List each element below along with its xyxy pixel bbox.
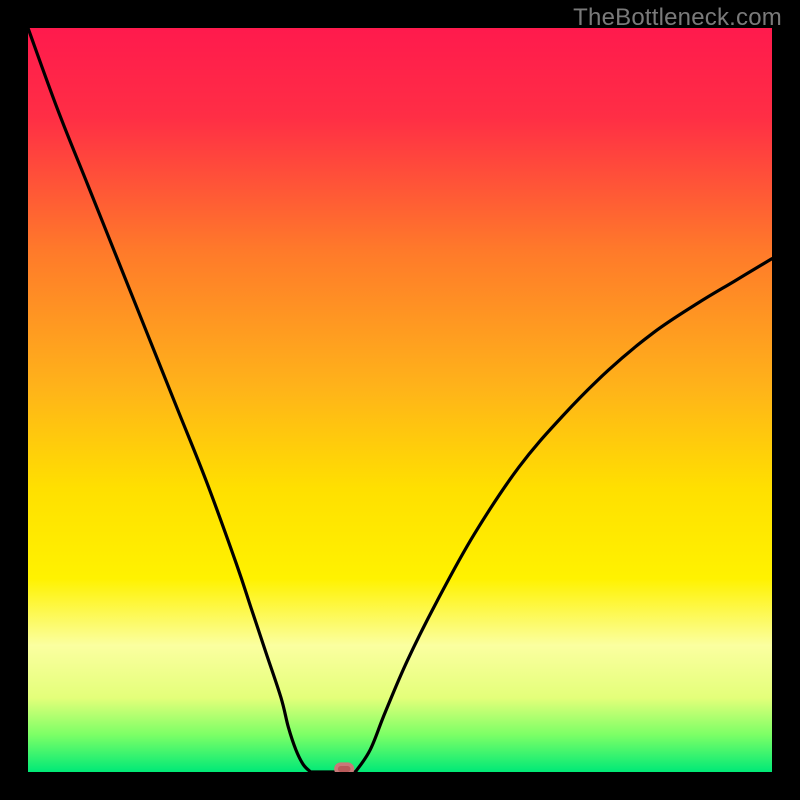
chart-background [28, 28, 772, 772]
chart-frame: TheBottleneck.com [0, 0, 800, 800]
marker-group [336, 764, 352, 772]
chart-svg [28, 28, 772, 772]
optimal-point-marker [336, 764, 352, 772]
plot-area [28, 28, 772, 772]
watermark-text: TheBottleneck.com [573, 4, 782, 32]
